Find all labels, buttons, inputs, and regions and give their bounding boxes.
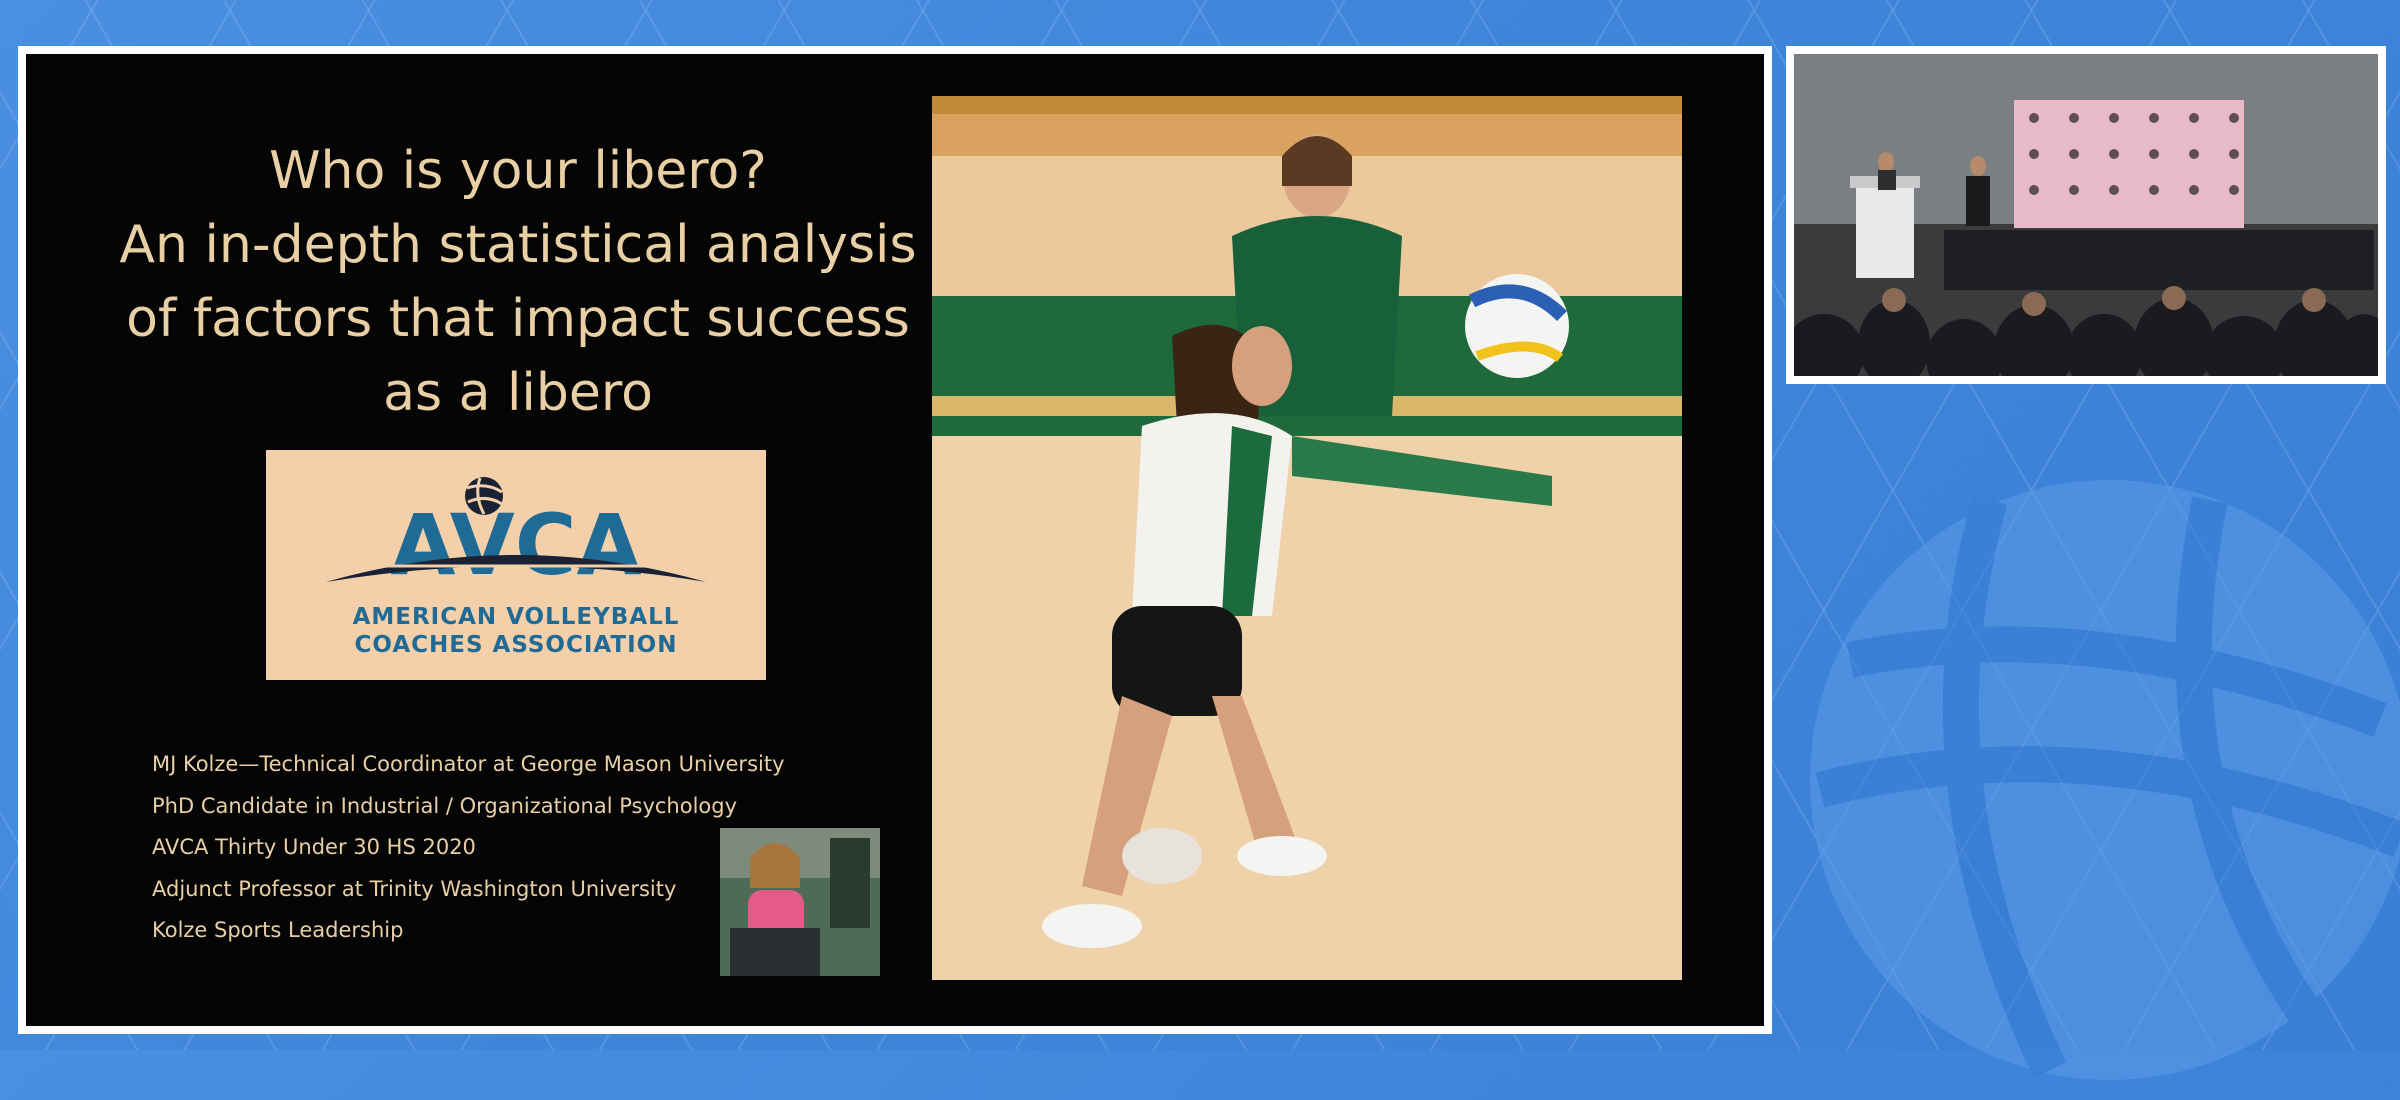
logo-line-2: COACHES ASSOCIATION — [354, 632, 678, 658]
bio-line-4: Adjunct Professor at Trinity Washington … — [152, 876, 677, 901]
slide-title-line-2: An in-depth statistical analysis — [119, 215, 917, 275]
slide-title: Who is your libero? An in-depth statisti… — [108, 134, 928, 430]
avca-logo: AVCA AMERICAN VOLLEYBALL COACHES ASSOCIA… — [266, 450, 766, 680]
presenter-camera-frame — [1786, 46, 2386, 384]
bio-line-1: MJ Kolze—Technical Coordinator at George… — [152, 752, 785, 776]
avca-wordmark: AVCA — [326, 477, 706, 594]
presenter-camera-feed — [1794, 54, 2378, 376]
avca-wordmark-text: AVCA — [391, 496, 642, 594]
slide-title-line-3: of factors that impact success — [126, 289, 910, 349]
slide-title-line-1: Who is your libero? — [269, 141, 767, 201]
presentation-slide-frame: Who is your libero? An in-depth statisti… — [18, 46, 1772, 1034]
presentation-slide: Who is your libero? An in-depth statisti… — [26, 54, 1764, 1026]
speaker-bio: MJ Kolze—Technical Coordinator at George… — [152, 744, 785, 952]
bio-line-2: PhD Candidate in Industrial / Organizati… — [152, 793, 738, 818]
bio-line-5: Kolze Sports Leadership — [152, 918, 404, 942]
bio-line-3: AVCA Thirty Under 30 HS 2020 — [152, 835, 476, 859]
volleyball-action-photo — [932, 96, 1682, 980]
slide-title-line-4: as a libero — [383, 363, 653, 423]
logo-line-1: AMERICAN VOLLEYBALL — [352, 604, 680, 630]
speaker-photo — [720, 828, 880, 976]
volleyball-watermark-icon — [1810, 480, 2400, 1080]
